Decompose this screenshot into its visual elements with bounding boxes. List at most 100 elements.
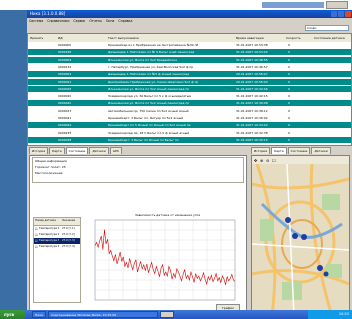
table-row[interactable]: 0000021 Дмитрийевич Прибрежная ул, Салин …	[28, 78, 351, 85]
col-speed[interactable]: Скорость	[286, 35, 301, 41]
clock: 10:53	[338, 312, 349, 316]
row-text: Кранмейкер из 1 Прибрежная на листригаме…	[108, 43, 199, 47]
row-id: 0000168	[58, 50, 72, 55]
tab-sensors[interactable]: Датчики	[89, 147, 109, 154]
close-icon[interactable]	[345, 11, 351, 17]
task-media[interactable]: подслушивание Windows Media: 10:35:09	[48, 311, 158, 318]
row-id: 0000040	[58, 101, 72, 106]
row-time: 31.01.2007 10:48:55	[236, 57, 268, 62]
row-time: 31.01.2007 10:38:12	[236, 108, 268, 113]
tab-map[interactable]: Карта	[49, 147, 65, 154]
task-nika[interactable]: Ника	[32, 311, 46, 318]
cursor-icon[interactable]: ✥	[254, 158, 257, 163]
row-text: г. Петербург, Прибрежная ул, Кам.Волгска…	[108, 64, 194, 69]
table-row[interactable]: 0000000 Кранмейкер из 1 Прибрежная на лис…	[28, 42, 351, 48]
row-time: 31.01.2007 10:53:42	[236, 50, 268, 55]
row-speed: 0	[288, 116, 290, 120]
zoom-in-icon[interactable]: ⊕	[260, 158, 263, 163]
table-row[interactable]: 0000235 Зомдваскерлед пр, 18 С Бельг пл 5…	[28, 129, 351, 136]
tab-gps[interactable]: GPS	[109, 147, 122, 154]
col-text[interactable]: Текст выпускаемое	[108, 35, 139, 41]
row-time: 29.01.2007 10:58:03	[236, 79, 268, 84]
vehicle-marker	[292, 233, 298, 239]
row-text: Зомдваскерлед ул, 3й Бельг пл 5 к ф осьм…	[108, 94, 192, 99]
desktop-toolbar[interactable]	[262, 2, 324, 8]
table-row[interactable]: 0000168 Демьяндер 1 Наб.Салин пл № 9 Бель…	[28, 49, 351, 56]
tab-right-sensors[interactable]: Датчики	[311, 147, 331, 154]
state-panel: Общая информация Горизонт полет: 25 Мест…	[29, 155, 247, 317]
table-row[interactable]: 0000020 Зомдваскерлед ул, 3й Бельг пл 5 к…	[28, 93, 351, 100]
table-row[interactable]: 0000040 Ильянянская ул, Волга пл 5к2 ясны…	[28, 100, 351, 107]
quick-launch[interactable]	[326, 1, 348, 9]
left-tabbar: История Карта Состояние Датчики GPS	[29, 147, 122, 155]
tab-right-map[interactable]: Карта	[271, 147, 287, 154]
vehicle-marker	[323, 271, 329, 277]
row-id: 0000037	[58, 108, 72, 113]
sensor-row[interactable]: ☑ Температура 4 27.0 [т.4]	[34, 244, 80, 250]
main-window: Ника [3.1.0.0.88] Система Справочники Се…	[27, 10, 352, 317]
table-row[interactable]: 0000132 г. Петербург, Прибрежная ул, Кам.…	[28, 63, 351, 70]
row-speed: 0	[288, 43, 290, 47]
minimize-icon[interactable]	[331, 11, 337, 17]
row-speed: 0	[288, 79, 290, 84]
map-view[interactable]	[252, 164, 349, 316]
tab-right-state[interactable]: Состояние	[287, 147, 311, 154]
table-row[interactable]: 0000041 Кранмейкерт, 3 Бельг пл, Янгуяр п…	[28, 115, 351, 121]
sensor-checkbox[interactable]: ☑	[35, 244, 38, 250]
tab-right-history[interactable]: История	[251, 147, 271, 154]
vehicle-marker	[301, 234, 307, 240]
row-text: Демьяндер 1 Наб.Салин пл №5 ф ясный лени…	[108, 72, 190, 77]
right-tabbar: История Карта Состояние Датчики	[251, 147, 331, 155]
table-row[interactable]: 0000001 Демьяндер 1 Наб.Салин пл №5 ф ясн…	[28, 71, 351, 78]
row-id: 0000026	[58, 86, 72, 91]
window-title: Ника [3.1.0.0.88]	[30, 11, 66, 16]
row-speed: 0	[288, 64, 290, 69]
row-time: 31.01.2007 10:42:15	[236, 94, 268, 99]
row-id: 0000004	[58, 57, 72, 62]
table-row[interactable]: 0000037 Автомобильная пр, 750 Салин пл 5к…	[28, 107, 351, 114]
start-button[interactable]: пуск	[0, 310, 26, 319]
col-id[interactable]: ИД	[58, 35, 63, 41]
table-row[interactable]: 0000042 Кранмейкерт пл 5 Ясный пл Ясный п…	[28, 122, 351, 129]
col-state[interactable]: Состояние датчика	[314, 35, 345, 41]
table-row[interactable]: 0000038 Кранмейкерт, 3 Бельг пл Ясный пл …	[28, 136, 351, 143]
row-id: 0000000	[58, 43, 72, 47]
row-text: Демьяндер 1 Наб.Салин пл № 9 Бельг ячей …	[108, 50, 195, 55]
sensor-list-header: Номер датчика Значение	[34, 218, 80, 226]
tab-history[interactable]: История	[29, 147, 49, 154]
table-row[interactable]: 0000026 Ильянянская ул, Волга пл 5к2 ясны…	[28, 85, 351, 92]
pan-icon[interactable]: ☐	[272, 158, 276, 163]
col-time[interactable]: Время навигации	[236, 35, 264, 41]
sensor-list[interactable]: Номер датчика Значение ☑ Температура 1 27.…	[33, 217, 81, 303]
row-time: 31.01.2007 10:53:38	[236, 43, 268, 47]
row-id: 0000132	[58, 64, 72, 69]
chart-area: Зависимость датчика от изменения угла	[85, 212, 243, 312]
vehicle-table[interactable]: Принять ИД Текст выпускаемое Время навиг…	[27, 33, 352, 146]
row-time: 31.01.2007 10:30:15	[236, 137, 268, 142]
row-text: Автомобильная пр, 750 Салин пл 5к2 ясный…	[108, 108, 189, 113]
row-id: 0000235	[58, 130, 72, 135]
zoom-out-icon[interactable]: ⊖	[266, 158, 269, 163]
search-input[interactable]: Слово	[305, 25, 349, 31]
map-panel: ✥ ⊕ ⊖ ☐	[251, 155, 350, 317]
task-extra[interactable]	[160, 311, 174, 318]
tab-state[interactable]: Состояние	[65, 147, 89, 154]
row-id: 0000001	[58, 72, 72, 77]
row-speed: 0	[288, 108, 290, 113]
col-accept[interactable]: Принять	[30, 35, 43, 41]
sensor-chart	[94, 219, 236, 301]
top-strip	[0, 0, 352, 10]
row-text: Ильянянская ул, Волга пл 5к2 бродвейское	[108, 57, 178, 62]
row-speed: 0	[288, 137, 290, 142]
table-row[interactable]: 0000004 Ильянянская ул, Волга пл 5к2 брод…	[28, 56, 351, 63]
row-time: 31.01.2007 10:40:46	[236, 86, 268, 91]
sensor-name: Температура 4	[39, 245, 60, 248]
row-time: 31.01.2007 10:34:42	[236, 123, 268, 128]
row-time: 31.01.2007 10:32:38	[236, 130, 268, 135]
chart-title: Зависимость датчика от изменения угла	[135, 213, 201, 217]
sensor-col-value: Значение	[62, 219, 76, 222]
row-speed: 0	[288, 72, 290, 77]
maximize-icon[interactable]	[338, 11, 344, 17]
row-text: Ильянянская ул, Волга пл 5к2 ясный ленин…	[108, 86, 190, 91]
title-bar: Ника [3.1.0.0.88]	[27, 10, 352, 18]
